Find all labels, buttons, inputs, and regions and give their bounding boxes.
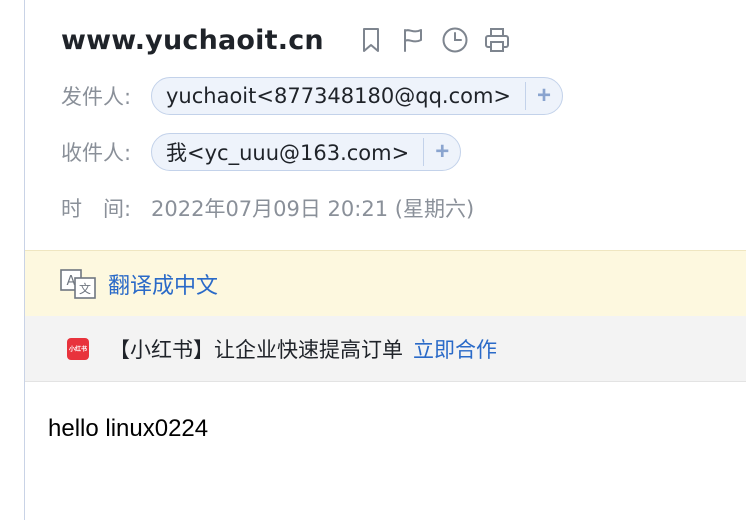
ad-bar: 小红书 【小红书】让企业快速提高订单 立即合作 bbox=[25, 316, 746, 382]
sender-contact[interactable]: yuchaoit<877348180@qq.com> bbox=[152, 84, 525, 108]
recipient-chip: 我<yc_uuu@163.com> + bbox=[151, 133, 462, 171]
subject-row: www.yuchaoit.cn bbox=[61, 20, 511, 60]
recipient-row: 收件人: 我<yc_uuu@163.com> + bbox=[61, 132, 462, 172]
flag-icon[interactable] bbox=[399, 26, 427, 54]
sender-name: yuchaoit bbox=[166, 84, 257, 108]
mail-toolbar bbox=[357, 26, 511, 54]
ad-cooperate-link[interactable]: 立即合作 bbox=[413, 334, 497, 364]
svg-text:A: A bbox=[67, 274, 76, 289]
time-label: 时 间: bbox=[61, 197, 132, 221]
xiaohongshu-logo: 小红书 bbox=[67, 337, 89, 360]
time-row: 时 间: 2022年07月09日 20:21 (星期六) bbox=[61, 188, 474, 228]
sender-chip: yuchaoit<877348180@qq.com> + bbox=[151, 77, 564, 115]
svg-text:文: 文 bbox=[79, 281, 91, 296]
bookmark-icon[interactable] bbox=[357, 26, 385, 54]
clock-icon[interactable] bbox=[441, 26, 469, 54]
recipient-contact[interactable]: 我<yc_uuu@163.com> bbox=[152, 137, 423, 167]
ad-logo-text: 小红书 bbox=[68, 346, 87, 353]
mail-subject: www.yuchaoit.cn bbox=[61, 24, 324, 56]
translate-bar: A 文 翻译成中文 bbox=[25, 250, 746, 316]
translate-link[interactable]: 翻译成中文 bbox=[108, 268, 218, 300]
recipient-address: <yc_uuu@163.com> bbox=[187, 141, 410, 165]
sender-row: 发件人: yuchaoit<877348180@qq.com> + bbox=[61, 76, 564, 116]
print-icon[interactable] bbox=[483, 26, 511, 54]
translate-icon: A 文 bbox=[60, 268, 96, 300]
recipient-name: 我 bbox=[166, 141, 187, 165]
recipient-label: 收件人: bbox=[61, 141, 132, 165]
time-value: 2022年07月09日 20:21 (星期六) bbox=[151, 197, 475, 221]
add-recipient-contact-button[interactable]: + bbox=[424, 138, 460, 166]
sender-label: 发件人: bbox=[61, 85, 132, 109]
sender-address: <877348180@qq.com> bbox=[256, 84, 512, 108]
add-sender-contact-button[interactable]: + bbox=[526, 82, 562, 110]
mail-body-text: hello linux0224 bbox=[48, 415, 209, 442]
mail-reader: www.yuchaoit.cn 发件人: yuchaoit<877348180@… bbox=[0, 0, 746, 520]
ad-text: 【小红书】让企业快速提高订单 bbox=[109, 337, 403, 362]
